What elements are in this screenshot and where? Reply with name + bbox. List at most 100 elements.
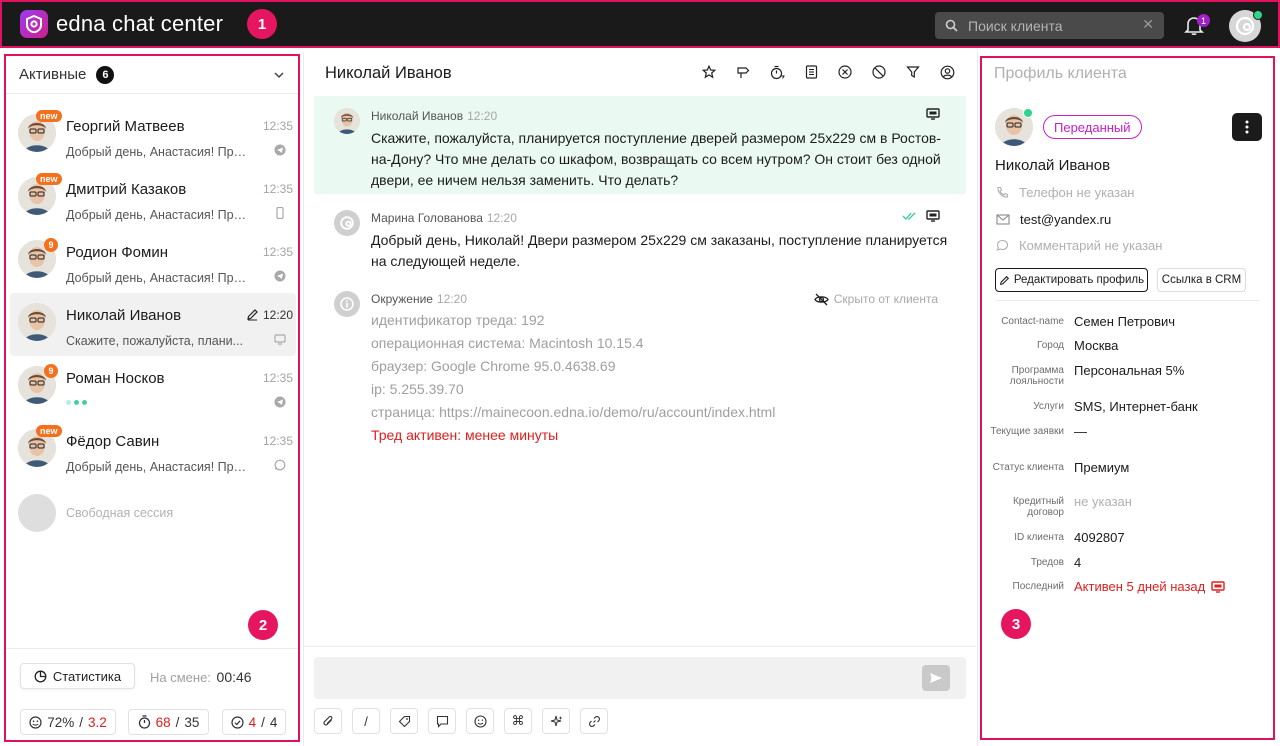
comment-value: Комментарий не указан	[1019, 238, 1163, 253]
webchat-channel-icon	[926, 210, 940, 222]
active-chats-header[interactable]: Активные 6	[6, 56, 298, 94]
avatar	[18, 303, 56, 341]
chat-list-item-selected[interactable]: Николай Иванов 12:20 Скажите, пожалуйста…	[10, 293, 296, 356]
field-key: Город	[1036, 340, 1064, 351]
comment-field[interactable]: Комментарий не указан	[996, 238, 1162, 253]
email-field[interactable]: test@yandex.ru	[996, 212, 1111, 227]
page-line: страница: https://mainecoon.edna.io/demo…	[371, 404, 776, 420]
phone-field[interactable]: Телефон не указан	[996, 185, 1135, 200]
smile-icon	[29, 715, 42, 729]
avatar	[334, 108, 360, 134]
free-session-slot[interactable]: Свободная сессия	[10, 482, 296, 542]
edit-profile-label: Редактировать профиль	[1013, 274, 1145, 286]
client-name: Николай Иванов	[995, 157, 1111, 174]
response-time-separator: /	[175, 714, 180, 730]
pencil-icon	[999, 275, 1009, 285]
user-circle-icon[interactable]	[930, 65, 964, 80]
send-button[interactable]	[922, 665, 950, 691]
app-logo[interactable]: edna chat center	[20, 10, 223, 38]
field-key: Последний	[1012, 581, 1064, 592]
chat-client-name: Георгий Матвеев	[66, 118, 185, 135]
slash-command-icon[interactable]: /	[352, 708, 380, 734]
document-icon[interactable]	[794, 65, 828, 80]
field-key: Тредов	[1030, 557, 1064, 568]
user-online-indicator	[1253, 10, 1263, 20]
callout-2: 2	[248, 610, 278, 640]
search-input[interactable]	[968, 17, 1128, 34]
csat-percent: 72%	[47, 714, 75, 730]
phone-value: Телефон не указан	[1019, 185, 1135, 200]
chat-list-item[interactable]: 9 Родион Фомин 12:35 Добрый день, Анаста…	[10, 230, 296, 293]
field-value: 4092807	[1074, 530, 1125, 545]
chevron-down-icon[interactable]	[273, 71, 285, 79]
client-search[interactable]: ✕	[935, 12, 1164, 39]
email-value: test@yandex.ru	[1020, 212, 1112, 227]
field-value: —	[1074, 424, 1087, 439]
chat-list-item[interactable]: new Фёдор Савин 12:35 Добрый день, Анаст…	[10, 419, 296, 482]
edna-logo-icon	[20, 10, 48, 38]
chat-list-item[interactable]: new Георгий Матвеев 12:35 Добрый день, А…	[10, 104, 296, 167]
notification-count-badge: 1	[1197, 14, 1210, 27]
thread-id-line: идентификатор треда: 192	[371, 312, 545, 328]
chat-list-item[interactable]: 9 Роман Носков 12:35	[10, 356, 296, 419]
signpost-icon[interactable]	[726, 65, 760, 80]
message-meta	[902, 210, 940, 222]
shift-timer: На смене: 00:46	[150, 669, 252, 685]
star-icon[interactable]	[692, 65, 726, 80]
whatsapp-icon	[274, 459, 286, 471]
right-divider	[977, 52, 978, 746]
new-chat-badge: new	[36, 173, 62, 185]
response-time-metric[interactable]: 68/35	[128, 709, 209, 735]
statistics-button[interactable]: Статистика	[20, 663, 135, 689]
shift-label: На смене:	[150, 670, 211, 685]
message-meta	[926, 108, 940, 120]
last-active-value: Активен 5 дней назад	[1074, 579, 1206, 594]
attach-icon[interactable]	[314, 708, 342, 734]
chat-client-name: Родион Фомин	[66, 244, 169, 261]
field-value: Москва	[1074, 338, 1119, 353]
conversation-toolbar	[692, 65, 964, 80]
clear-search-icon[interactable]: ✕	[1142, 16, 1154, 33]
csat-metric[interactable]: 72%/ 3.2	[20, 709, 116, 735]
info-icon	[334, 291, 360, 317]
mobile-icon	[276, 207, 284, 219]
ai-sparkle-icon[interactable]	[542, 708, 570, 734]
new-chat-badge: new	[36, 425, 62, 437]
chat-preview: Добрый день, Анастасия! Пред...	[66, 460, 251, 474]
more-options-button[interactable]	[1232, 113, 1262, 141]
stopwatch-icon	[138, 715, 150, 729]
crm-link-button[interactable]: Ссылка в CRM	[1157, 268, 1246, 292]
conversation-panel: Николай Иванов Николай Иванов 12:20 Скажи…	[304, 52, 976, 746]
close-thread-icon[interactable]	[828, 65, 862, 80]
field-key: Текущие заявки	[990, 426, 1064, 437]
operator-message: Марина Голованова 12:20 Добрый день, Нико…	[314, 198, 966, 278]
app-name: edna chat center	[56, 11, 224, 36]
operator-stats-bar: Статистика На смене: 00:46 72%/3.2 68/35…	[6, 648, 298, 735]
top-bar: edna chat center 1 ✕ 1	[0, 0, 1280, 48]
comment-icon[interactable]	[428, 708, 456, 734]
response-time-value: 68	[155, 714, 171, 730]
message-composer[interactable]	[314, 657, 966, 699]
closed-threads-metric[interactable]: 4/4	[222, 709, 286, 735]
command-icon[interactable]: ⌘	[504, 708, 532, 734]
edit-profile-button[interactable]: Редактировать профиль	[995, 268, 1148, 292]
tag-icon[interactable]	[390, 708, 418, 734]
filter-icon[interactable]	[896, 65, 930, 80]
message-author: Николай Иванов	[371, 109, 464, 123]
chat-client-name: Николай Иванов	[66, 307, 182, 324]
timer-transfer-icon[interactable]	[760, 65, 794, 80]
phone-icon	[997, 186, 1009, 198]
chat-time: 12:35	[262, 245, 293, 259]
message-time: 12:20	[467, 109, 498, 123]
new-chat-badge: new	[36, 110, 62, 122]
link-icon[interactable]	[580, 708, 608, 734]
chat-client-name: Дмитрий Казаков	[66, 181, 187, 198]
chat-preview: Скажите, пожалуйста, плани...	[66, 334, 244, 348]
emoji-icon[interactable]	[466, 708, 494, 734]
message-header: Николай Иванов 12:20	[371, 109, 497, 123]
field-key: ID клиента	[1014, 532, 1064, 543]
block-icon[interactable]	[862, 65, 896, 80]
field-value: Активен 5 дней назад	[1074, 579, 1225, 594]
chat-list-item[interactable]: new Дмитрий Казаков 12:35 Добрый день, А…	[10, 167, 296, 230]
field-value: SMS, Интернет-банк	[1074, 399, 1198, 414]
